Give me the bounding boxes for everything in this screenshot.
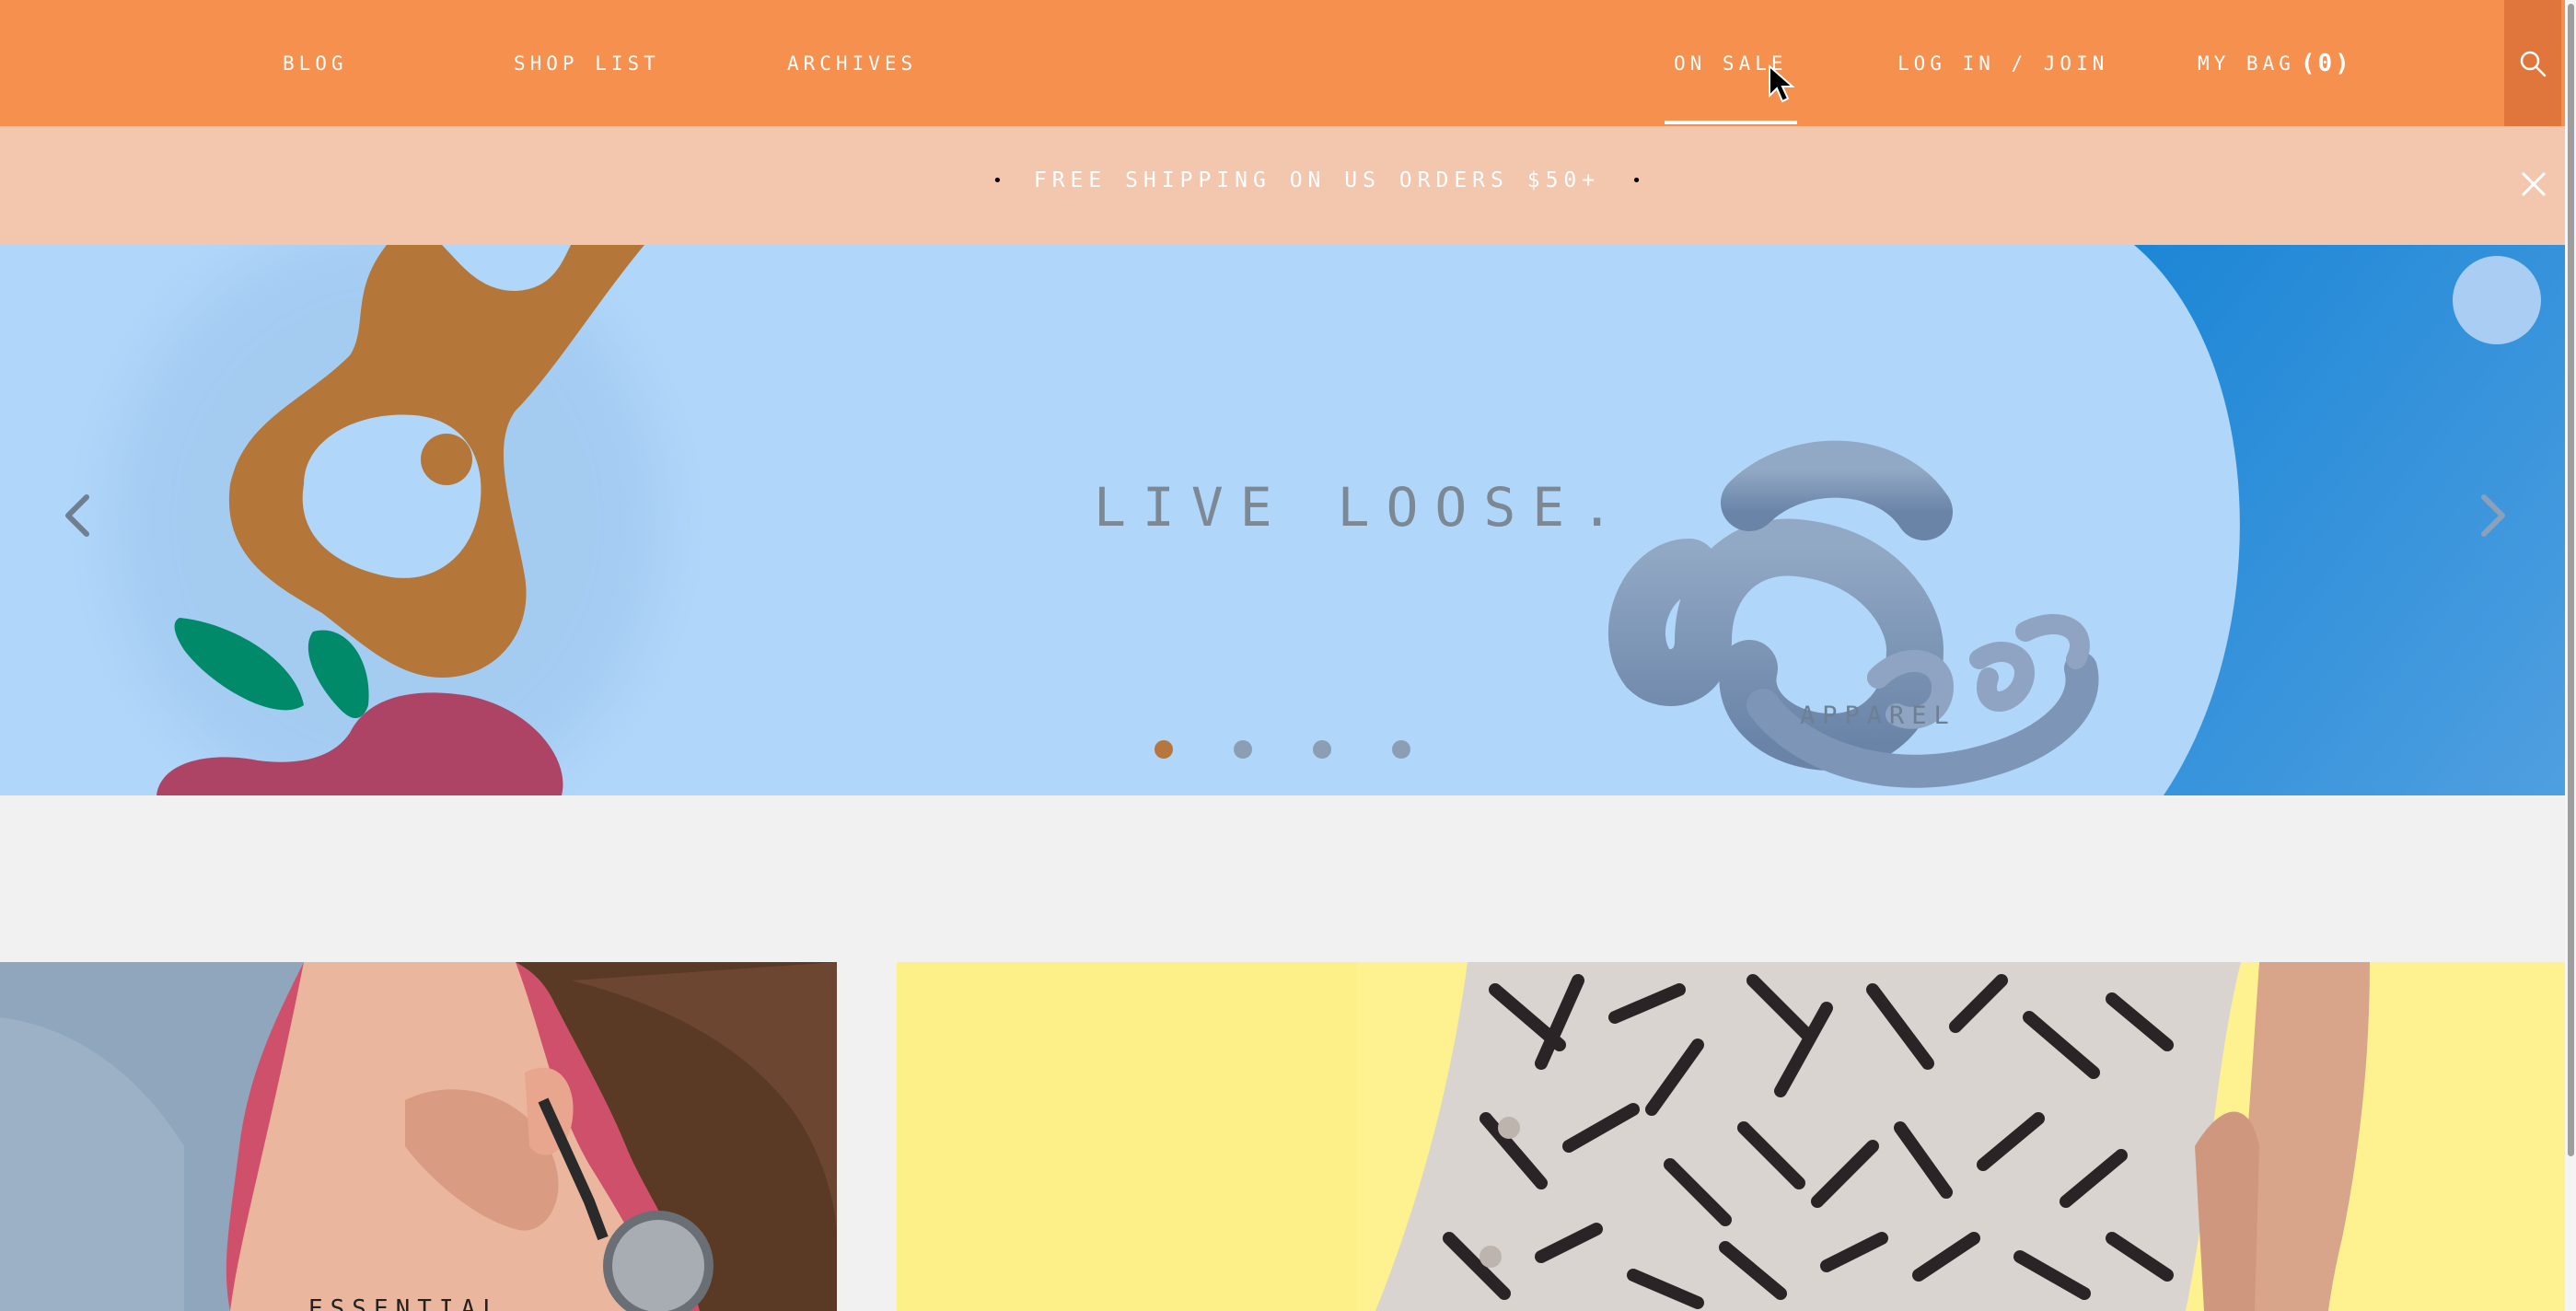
brand-subtitle: APPAREL [1800,702,1956,730]
top-navigation: BLOG SHOP LIST ARCHIVES ON SALE LOG IN /… [0,0,2576,126]
promo-close-button[interactable] [2518,168,2549,200]
bag-label: MY BAG [2198,52,2295,75]
nav-link-my-bag[interactable]: MY BAG (0) [2198,0,2352,126]
search-button[interactable] [2504,0,2561,126]
nav-link-blog[interactable]: BLOG [283,0,348,126]
chevron-right-icon [2481,494,2505,537]
slider-dot-3[interactable] [1313,740,1331,759]
nav-link-on-sale[interactable]: ON SALE [1665,0,1796,126]
promo-bullet-left: • [992,170,1003,191]
close-icon [2521,171,2547,197]
slider-dot-2[interactable] [1234,740,1252,759]
hero-tagline: LIVE LOOSE. [1094,476,1630,539]
slider-next-button[interactable] [2475,488,2512,543]
page-scrollbar-thumb[interactable] [2568,4,2574,1156]
nav-link-archives[interactable]: ARCHIVES [787,0,917,126]
tile-photo-man-sunglasses [0,962,837,1311]
promo-text: FREE SHIPPING ON US ORDERS $50+ [1033,168,1601,192]
search-icon [2520,51,2547,76]
bag-count: (0) [2300,49,2352,77]
tile-photo-patterned-shirt [897,962,2565,1311]
mouse-cursor-icon [1769,64,1795,103]
product-tile-patterned-shirt[interactable] [897,962,2565,1311]
chevron-left-icon [65,494,89,537]
slider-dot-4[interactable] [1392,740,1410,759]
slider-pagination [1155,740,1410,759]
tile-caption: ESSENTIAL [308,1295,505,1311]
nav-link-shop-list[interactable]: SHOP LIST [514,0,660,126]
promo-bullet-right: • [1631,170,1642,191]
slider-dot-1[interactable] [1155,740,1173,759]
promo-banner: • FREE SHIPPING ON US ORDERS $50+ • [0,126,2576,245]
product-tile-essential[interactable]: ESSENTIAL [0,962,837,1311]
slider-prev-button[interactable] [59,488,96,543]
nav-link-login-join[interactable]: LOG IN / JOIN [1897,0,2108,126]
